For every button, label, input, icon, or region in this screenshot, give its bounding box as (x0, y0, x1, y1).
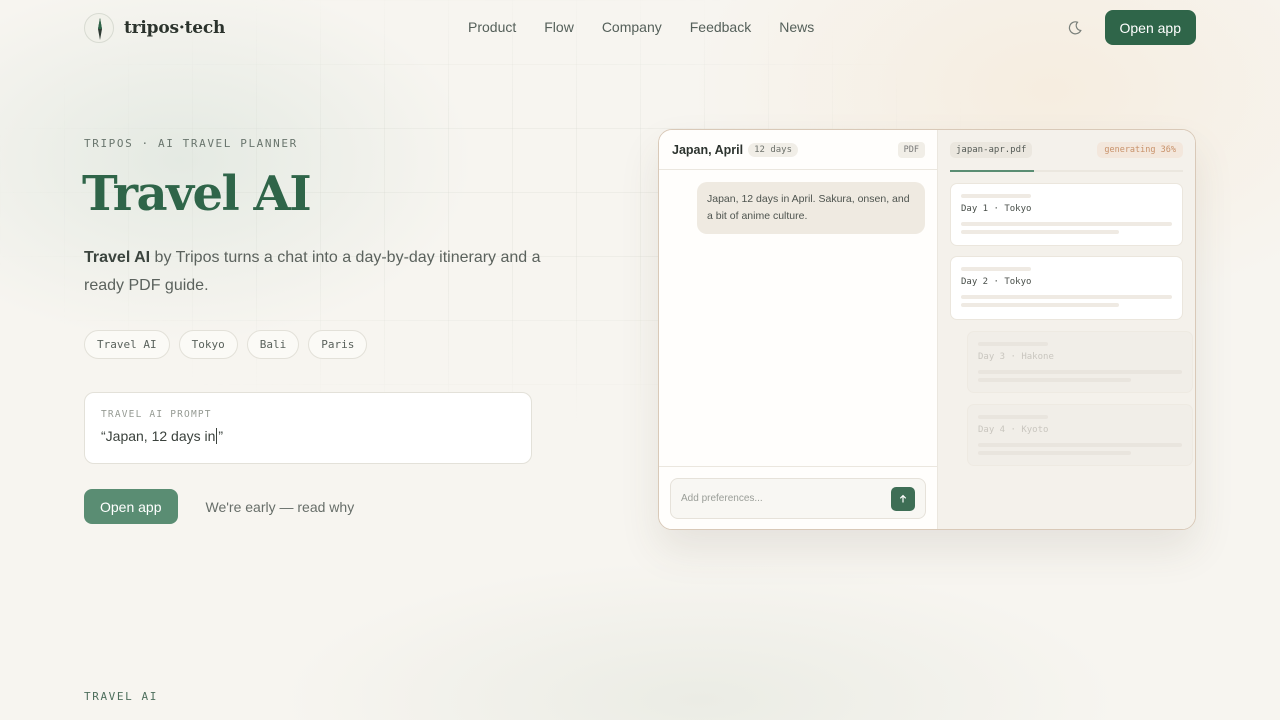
placeholder-bar (961, 295, 1172, 299)
day-card: Day 1 · Tokyo (950, 183, 1183, 246)
hero-eyebrow: TRIPOS · AI TRAVEL PLANNER (84, 137, 298, 150)
pdf-tag[interactable]: PDF (897, 141, 925, 158)
placeholder-bar (978, 443, 1182, 447)
section-label: TRAVEL AI (84, 690, 159, 703)
progress-fill (950, 170, 1034, 172)
arrow-up-icon[interactable] (891, 486, 915, 511)
nav-link-feedback[interactable]: Feedback (690, 19, 751, 35)
chip-tokyo[interactable]: Tokyo (178, 330, 238, 359)
placeholder-bar (978, 342, 1048, 346)
hero-title: Travel AI (82, 166, 312, 222)
moon-icon[interactable] (1063, 16, 1087, 40)
day-label: Day 3 · Hakone (978, 352, 1054, 362)
day-card: Day 3 · Hakone (967, 331, 1193, 393)
generating-status: generating 36% (1097, 142, 1183, 158)
user-message-bubble: Japan, 12 days in April. Sakura, onsen, … (697, 182, 925, 234)
hero-description: Travel AI by Tripos turns a chat into a … (84, 244, 574, 300)
chip-bali[interactable]: Bali (246, 330, 300, 359)
preferences-input[interactable] (681, 493, 861, 504)
hero-cta-row: Open app We're early — read why (84, 489, 354, 524)
text-caret (216, 428, 218, 444)
document-header: japan-apr.pdf generating 36% (938, 130, 1195, 170)
placeholder-bar (961, 194, 1031, 198)
nav-links: Product Flow Company Feedback News (468, 19, 814, 35)
nav-actions: Open app (1063, 10, 1196, 45)
hero-description-text: by Tripos turns a chat into a day-by-day… (84, 249, 541, 294)
chip-travel-ai[interactable]: Travel AI (84, 330, 170, 359)
chat-header: Japan, April 12 days PDF (659, 130, 937, 170)
nav-link-company[interactable]: Company (602, 19, 662, 35)
compass-icon (84, 12, 114, 43)
placeholder-bar (978, 415, 1048, 419)
mockup-chat-panel: Japan, April 12 days PDF Japan, 12 days … (659, 130, 938, 529)
read-why-link[interactable]: We're early — read why (206, 499, 355, 515)
open-app-button[interactable]: Open app (84, 489, 178, 524)
placeholder-bar (978, 378, 1131, 382)
placeholder-bar (961, 230, 1120, 234)
prompt-label: TRAVEL AI PROMPT (101, 409, 212, 420)
day-label: Day 2 · Tokyo (961, 277, 1032, 287)
mockup-document-panel: japan-apr.pdf generating 36% Day 1 · Tok… (938, 130, 1195, 529)
placeholder-bar (961, 267, 1031, 271)
brand-name: tripos·tech (124, 17, 226, 38)
top-nav: tripos·tech Product Flow Company Feedbac… (84, 10, 1196, 45)
preferences-input-wrap (670, 478, 926, 519)
nav-link-flow[interactable]: Flow (544, 19, 574, 35)
prompt-text: “Japan, 12 days in” (101, 428, 515, 444)
days-tag: 12 days (748, 142, 799, 157)
chip-paris[interactable]: Paris (308, 330, 368, 359)
prompt-box[interactable]: TRAVEL AI PROMPT “Japan, 12 days in” (84, 392, 532, 464)
chat-title: Japan, April (672, 142, 744, 157)
placeholder-bar (961, 222, 1172, 226)
nav-link-news[interactable]: News (779, 19, 814, 35)
brand[interactable]: tripos·tech (84, 12, 226, 43)
example-chips: Travel AI Tokyo Bali Paris (84, 330, 368, 359)
file-tab[interactable]: japan-apr.pdf (950, 142, 1033, 158)
app-mockup: Japan, April 12 days PDF Japan, 12 days … (658, 129, 1196, 530)
placeholder-bar (961, 303, 1120, 307)
chat-title-group: Japan, April 12 days (672, 142, 799, 157)
day-card: Day 4 · Kyoto (967, 404, 1193, 466)
day-label: Day 4 · Kyoto (978, 425, 1049, 435)
prompt-text-close-quote: ” (218, 428, 224, 444)
progress-track (950, 170, 1183, 172)
placeholder-bar (978, 370, 1182, 374)
day-label: Day 1 · Tokyo (961, 204, 1032, 214)
prompt-text-typed: “Japan, 12 days in (101, 428, 216, 444)
nav-link-product[interactable]: Product (468, 19, 516, 35)
day-card: Day 2 · Tokyo (950, 256, 1183, 320)
chat-footer (659, 466, 937, 529)
hero-description-brand: Travel AI (84, 249, 151, 266)
placeholder-bar (978, 451, 1131, 455)
open-app-nav-button[interactable]: Open app (1104, 10, 1196, 45)
